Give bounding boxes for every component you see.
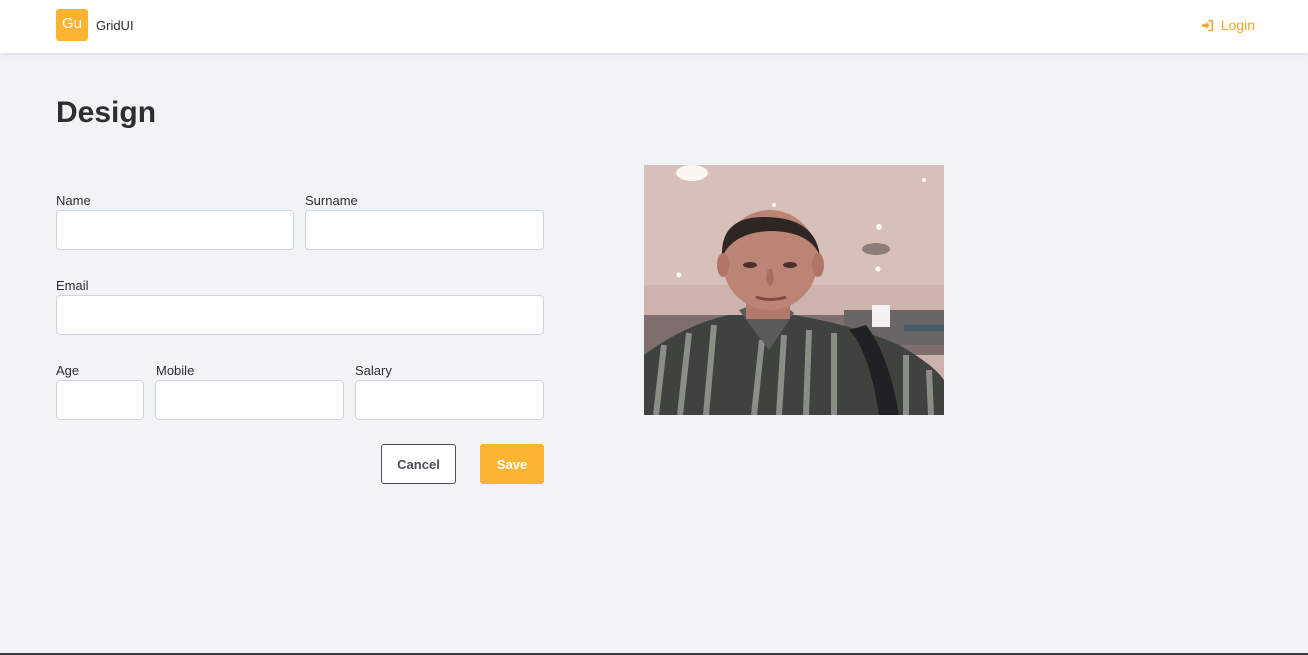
login-link[interactable]: Login (1201, 17, 1255, 33)
age-input[interactable] (56, 380, 144, 420)
page-title: Design (56, 96, 157, 129)
surname-input[interactable] (305, 210, 544, 250)
top-navbar: Gu GridUI Login (0, 0, 1308, 53)
save-button[interactable]: Save (480, 444, 544, 484)
sign-in-icon (1201, 19, 1214, 32)
surname-label: Surname (305, 193, 358, 208)
profile-photo (644, 165, 944, 415)
salary-label: Salary (355, 363, 392, 378)
name-label: Name (56, 193, 91, 208)
age-label: Age (56, 363, 80, 378)
email-label: Email (56, 278, 89, 293)
mobile-label: Mobile (156, 363, 195, 378)
name-input[interactable] (56, 210, 294, 250)
mobile-input[interactable] (155, 380, 344, 420)
brand-name[interactable]: GridUI (96, 18, 134, 33)
email-input[interactable] (56, 295, 544, 335)
login-label: Login (1220, 17, 1255, 33)
cancel-button[interactable]: Cancel (381, 444, 456, 484)
app-logo[interactable]: Gu (56, 9, 88, 41)
salary-input[interactable] (355, 380, 544, 420)
